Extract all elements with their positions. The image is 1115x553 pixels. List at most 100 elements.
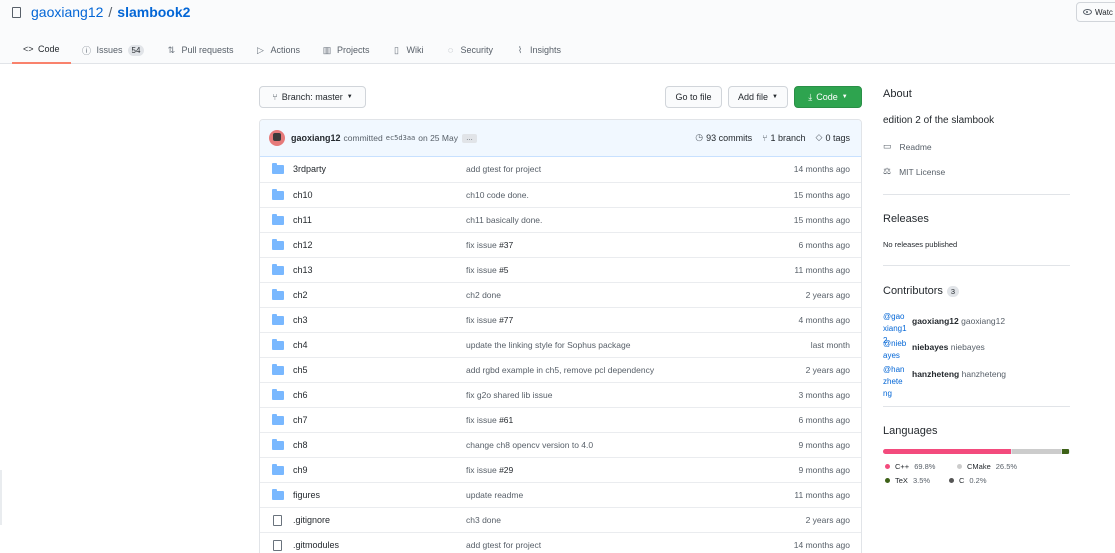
table-row[interactable]: ch9 fix issue #29 9 months ago: [260, 457, 861, 482]
watch-label: Watc: [1095, 7, 1113, 17]
file-name-link[interactable]: ch13: [293, 265, 313, 275]
language-item[interactable]: C 0.2%: [949, 476, 987, 485]
commit-message-link[interactable]: fix issue #5: [466, 265, 509, 275]
commit-message-link[interactable]: fix issue #29: [466, 465, 513, 475]
go-to-file-button[interactable]: Go to file: [665, 86, 722, 108]
avatar[interactable]: [269, 130, 285, 146]
commit-message-link[interactable]: ch2 done: [466, 290, 501, 300]
commit-message-link[interactable]: add gtest for project: [466, 540, 541, 550]
commit-message-link[interactable]: change ch8 opencv version to 4.0: [466, 440, 593, 450]
file-name-link[interactable]: ch5: [293, 365, 308, 375]
issue-link[interactable]: #29: [499, 465, 513, 475]
table-row[interactable]: ch2 ch2 done 2 years ago: [260, 282, 861, 307]
table-row[interactable]: .gitignore ch3 done 2 years ago: [260, 507, 861, 532]
commit-message-link[interactable]: fix issue #37: [466, 240, 513, 250]
issue-link[interactable]: #37: [499, 240, 513, 250]
repo-name-link[interactable]: slambook2: [117, 4, 190, 20]
commit-expand-button[interactable]: …: [461, 133, 477, 143]
issues-icon: ⓘ: [82, 45, 92, 56]
contributor-avatar-alt[interactable]: @hanzheteng: [883, 364, 907, 400]
branches-link[interactable]: ⑂ 1 branch: [762, 132, 805, 143]
file-name-link[interactable]: ch11: [293, 215, 312, 225]
contributor-row[interactable]: hanzheteng hanzheteng: [912, 369, 1006, 379]
releases-heading[interactable]: Releases: [883, 213, 929, 225]
language-item[interactable]: CMake 26.5%: [957, 462, 1017, 471]
contributor-avatar-alt[interactable]: @niebayes: [883, 338, 907, 362]
repo-owner-link[interactable]: gaoxiang12: [31, 4, 103, 20]
language-name: C: [959, 476, 965, 485]
commit-message-text: add gtest for project: [466, 164, 542, 174]
table-row[interactable]: ch7 fix issue #61 6 months ago: [260, 407, 861, 432]
commits-link[interactable]: ◷ 93 commits: [695, 132, 752, 143]
table-row[interactable]: ch11 ch11 basically done. 15 months ago: [260, 207, 861, 232]
file-name-link[interactable]: 3rdparty: [293, 164, 326, 174]
branch-select-button[interactable]: ⑂ Branch: master ▼: [259, 86, 366, 108]
language-item[interactable]: TeX 3.5%: [885, 476, 930, 485]
file-name-link[interactable]: .gitignore: [293, 515, 330, 525]
license-link[interactable]: ⚖ MIT License: [883, 166, 945, 177]
readme-link[interactable]: ▭ Readme: [883, 141, 932, 152]
folder-icon: [272, 264, 284, 275]
pull-request-icon: ⇅: [167, 44, 176, 55]
code-download-button[interactable]: ⤓ Code ▼: [794, 86, 862, 108]
issue-link[interactable]: #61: [499, 415, 513, 425]
actions-icon: ▷: [257, 44, 264, 55]
file-name-link[interactable]: ch3: [293, 315, 308, 325]
tab-security[interactable]: ◌ Security: [435, 36, 505, 64]
tags-link[interactable]: ◇ 0 tags: [816, 132, 850, 143]
commit-author-link[interactable]: gaoxiang12: [291, 133, 341, 143]
table-row[interactable]: ch6 fix g2o shared lib issue 3 months ago: [260, 382, 861, 407]
commit-message-link[interactable]: fix issue #77: [466, 315, 513, 325]
commit-message-link[interactable]: ch11 basically done.: [466, 215, 542, 225]
commit-message-link[interactable]: ch10 code done.: [466, 190, 529, 200]
folder-icon: [272, 389, 284, 400]
commit-message-link[interactable]: add rgbd example in ch5, remove pcl depe…: [466, 365, 654, 375]
about-heading: About: [883, 88, 912, 100]
commit-message-link[interactable]: fix g2o shared lib issue: [466, 390, 552, 400]
tab-pull-requests[interactable]: ⇅ Pull requests: [155, 36, 244, 64]
file-name-link[interactable]: ch9: [293, 465, 308, 475]
tab-wiki[interactable]: ▯ Wiki: [381, 36, 435, 64]
contributor-row[interactable]: gaoxiang12 gaoxiang12: [912, 316, 1005, 326]
file-name-link[interactable]: ch7: [293, 415, 308, 425]
security-icon: ◌: [447, 45, 454, 55]
table-row[interactable]: ch4 update the linking style for Sophus p…: [260, 332, 861, 357]
tab-insights[interactable]: ⌇ Insights: [504, 36, 572, 64]
add-file-button[interactable]: Add file ▼: [728, 86, 788, 108]
file-name-link[interactable]: figures: [293, 490, 320, 500]
table-row[interactable]: figures update readme 11 months ago: [260, 482, 861, 507]
tab-actions[interactable]: ▷ Actions: [244, 36, 311, 64]
file-name-link[interactable]: ch6: [293, 390, 308, 400]
issue-link[interactable]: #77: [499, 315, 513, 325]
table-row[interactable]: .gitmodules add gtest for project 14 month…: [260, 532, 861, 553]
table-row[interactable]: ch5 add rgbd example in ch5, remove pcl d…: [260, 357, 861, 382]
folder-icon: [272, 464, 284, 475]
file-name-link[interactable]: .gitmodules: [293, 540, 339, 550]
file-name-link[interactable]: ch12: [293, 240, 313, 250]
commit-message-text: ch10 code done.: [466, 190, 529, 200]
commit-message-link[interactable]: fix issue #61: [466, 415, 513, 425]
table-row[interactable]: ch12 fix issue #37 6 months ago: [260, 232, 861, 257]
table-row[interactable]: 3rdparty add gtest for project 14 months a…: [260, 157, 861, 182]
file-name-link[interactable]: ch4: [293, 340, 308, 350]
commit-message-link[interactable]: update the linking style for Sophus pack…: [466, 340, 630, 350]
table-row[interactable]: ch3 fix issue #77 4 months ago: [260, 307, 861, 332]
tab-projects[interactable]: ▥ Projects: [311, 36, 381, 64]
file-name-link[interactable]: ch10: [293, 190, 313, 200]
commit-message-link[interactable]: ch3 done: [466, 515, 501, 525]
file-name-link[interactable]: ch2: [293, 290, 308, 300]
contributors-heading[interactable]: Contributors 3: [883, 285, 960, 297]
contributor-row[interactable]: niebayes niebayes: [912, 342, 985, 352]
tab-code[interactable]: <> Code: [12, 36, 71, 64]
commit-sha-link[interactable]: ec5d3aa: [386, 134, 416, 142]
table-row[interactable]: ch8 change ch8 opencv version to 4.0 9 mon…: [260, 432, 861, 457]
table-row[interactable]: ch13 fix issue #5 11 months ago: [260, 257, 861, 282]
commit-message-link[interactable]: add gtest for project: [466, 164, 541, 174]
language-item[interactable]: C++ 69.8%: [885, 462, 935, 471]
issue-link[interactable]: #5: [499, 265, 508, 275]
commit-message-link[interactable]: update readme: [466, 490, 523, 500]
file-name-link[interactable]: ch8: [293, 440, 308, 450]
watch-button[interactable]: Watc: [1076, 2, 1115, 22]
table-row[interactable]: ch10 ch10 code done. 15 months ago: [260, 182, 861, 207]
tab-issues[interactable]: ⓘ Issues 54: [71, 36, 156, 64]
